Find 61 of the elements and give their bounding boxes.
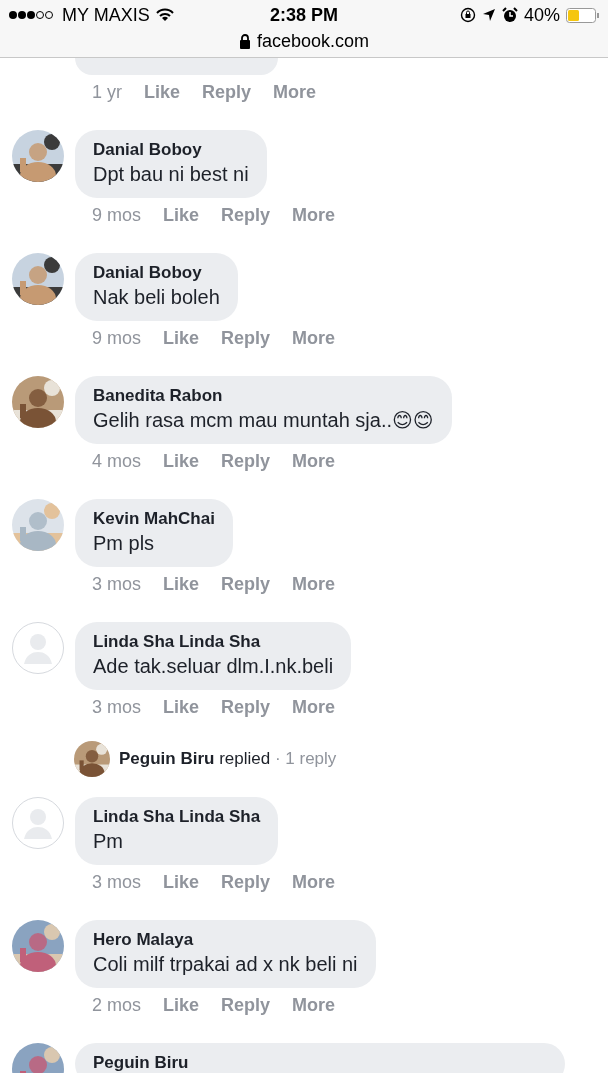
reply-link[interactable]: Reply (221, 204, 271, 226)
comment-text: Ade tak.seluar dlm.I.nk.beli (93, 654, 334, 679)
battery-percent: 40% (523, 4, 560, 26)
lock-icon (238, 33, 251, 49)
reply-link[interactable]: Reply (221, 994, 271, 1016)
author-name[interactable]: Danial Boboy (93, 139, 249, 161)
comment-time: 3 mos (92, 696, 142, 718)
more-link[interactable]: More (292, 573, 336, 595)
comment-text: Gelih rasa mcm mau muntah sja..😊😊 (93, 408, 434, 433)
comment-time: 9 mos (92, 204, 142, 226)
reply-link[interactable]: Reply (221, 696, 271, 718)
reply-link[interactable]: Reply (221, 871, 271, 893)
comment-text: Nak beli boleh (93, 285, 220, 310)
alarm-clock-icon (501, 7, 518, 23)
like-link[interactable]: Like (163, 994, 200, 1016)
address-url[interactable]: facebook.com (256, 30, 370, 52)
comment-time: 4 mos (92, 450, 142, 472)
like-link[interactable]: Like (163, 696, 200, 718)
more-link[interactable]: More (292, 327, 336, 349)
comment-time: 2 mos (92, 994, 142, 1016)
like-link[interactable]: Like (163, 573, 200, 595)
author-name[interactable]: Danial Boboy (93, 262, 220, 284)
signal-icon (8, 10, 56, 20)
like-link[interactable]: Like (144, 81, 181, 103)
author-name[interactable]: Hero Malaya (93, 929, 358, 951)
default-avatar-icon (12, 622, 64, 674)
author-name[interactable]: Linda Sha Linda Sha (93, 806, 261, 828)
battery-icon (566, 7, 600, 23)
comment-text: Coli milf trpakai ad x nk beli ni (93, 952, 358, 977)
carrier-name: MY MAXIS (62, 4, 150, 26)
comment-time: 3 mos (92, 871, 142, 893)
more-link[interactable]: More (292, 994, 336, 1016)
like-link[interactable]: Like (163, 327, 200, 349)
like-link[interactable]: Like (163, 871, 200, 893)
comment-time: 3 mos (92, 573, 142, 595)
rotation-lock-icon (459, 7, 476, 23)
comment-text: Pm (93, 829, 124, 854)
status-time: 2:38 PM (270, 4, 338, 26)
author-name[interactable]: Kevin MahChai (93, 508, 215, 530)
like-link[interactable]: Like (163, 204, 200, 226)
reply-link[interactable]: Reply (221, 450, 271, 472)
more-link[interactable]: More (292, 204, 336, 226)
author-name[interactable]: Banedita Rabon (93, 385, 434, 407)
comment-time: 1 yr (92, 81, 122, 103)
more-link[interactable]: More (292, 871, 336, 893)
comment-text: Dpt bau ni best ni (93, 162, 249, 187)
more-link[interactable]: More (292, 696, 336, 718)
author-name[interactable]: Linda Sha Linda Sha (93, 631, 334, 653)
comment-time: 9 mos (92, 327, 142, 349)
wifi-icon (155, 8, 174, 22)
reply-link[interactable]: Reply (202, 81, 252, 103)
reply-link[interactable]: Reply (221, 327, 271, 349)
more-link[interactable]: More (273, 81, 317, 103)
comment-text: Pm pls (93, 531, 156, 556)
like-link[interactable]: Like (163, 450, 200, 472)
replies-link[interactable]: Peguin Biru replied · 1 reply (12, 741, 608, 777)
reply-link[interactable]: Reply (221, 573, 271, 595)
author-name[interactable]: Peguin Biru (93, 1052, 547, 1073)
default-avatar-icon (12, 797, 64, 849)
more-link[interactable]: More (292, 450, 336, 472)
location-arrow-icon (481, 8, 496, 22)
